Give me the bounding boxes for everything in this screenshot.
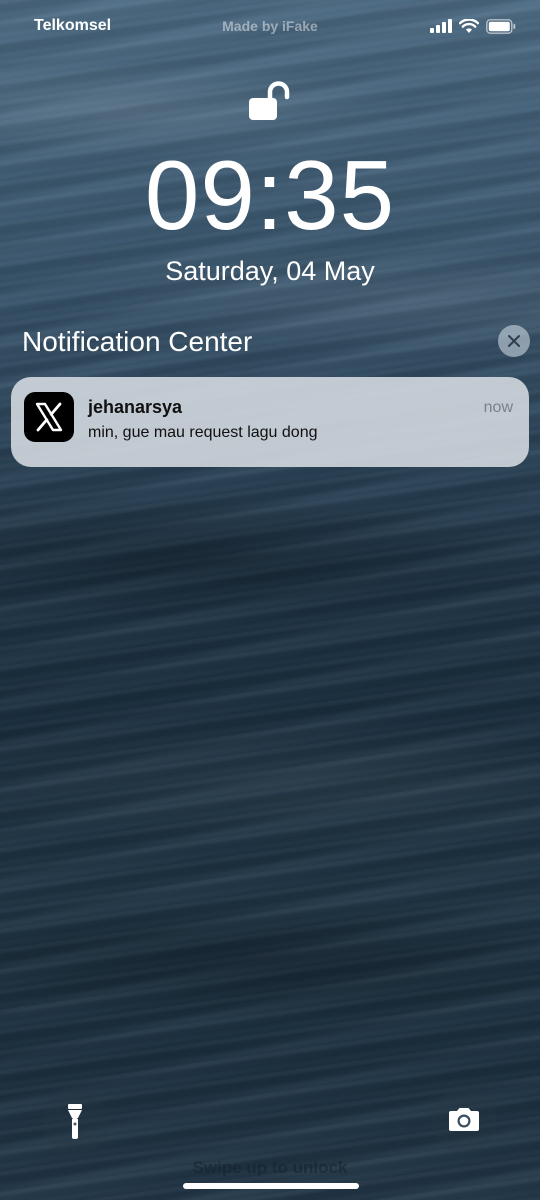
- lock-screen: Telkomsel Made by iFake 09:35 Saturday, …: [0, 0, 540, 1200]
- wifi-icon: [459, 18, 479, 33]
- camera-icon: [449, 1108, 479, 1131]
- camera-button[interactable]: [431, 1087, 497, 1153]
- home-indicator[interactable]: [183, 1183, 359, 1189]
- notification-center-title: Notification Center: [22, 326, 253, 357]
- x-logo-icon: [24, 392, 74, 442]
- lock-screen-time: 09:35: [144, 140, 396, 250]
- close-icon: [508, 335, 520, 347]
- notification-time: now: [483, 399, 513, 416]
- flashlight-button[interactable]: [42, 1089, 108, 1155]
- notification-message: min, gue mau request lagu dong: [88, 424, 318, 441]
- lock-screen-date: Saturday, 04 May: [165, 256, 375, 286]
- notification-sender: jehanarsya: [88, 397, 183, 417]
- swipe-up-hint: Swipe up to unlock: [192, 1158, 348, 1177]
- notification-card[interactable]: jehanarsya now min, gue mau request lagu…: [11, 377, 529, 467]
- status-icons: [430, 17, 516, 35]
- status-bar: Telkomsel Made by iFake: [0, 0, 540, 52]
- unlocked-padlock-icon: [246, 78, 294, 124]
- cellular-signal-icon: [430, 19, 452, 33]
- notification-center-close-button[interactable]: [498, 325, 530, 357]
- flashlight-icon: [68, 1104, 82, 1139]
- battery-icon: [486, 18, 516, 34]
